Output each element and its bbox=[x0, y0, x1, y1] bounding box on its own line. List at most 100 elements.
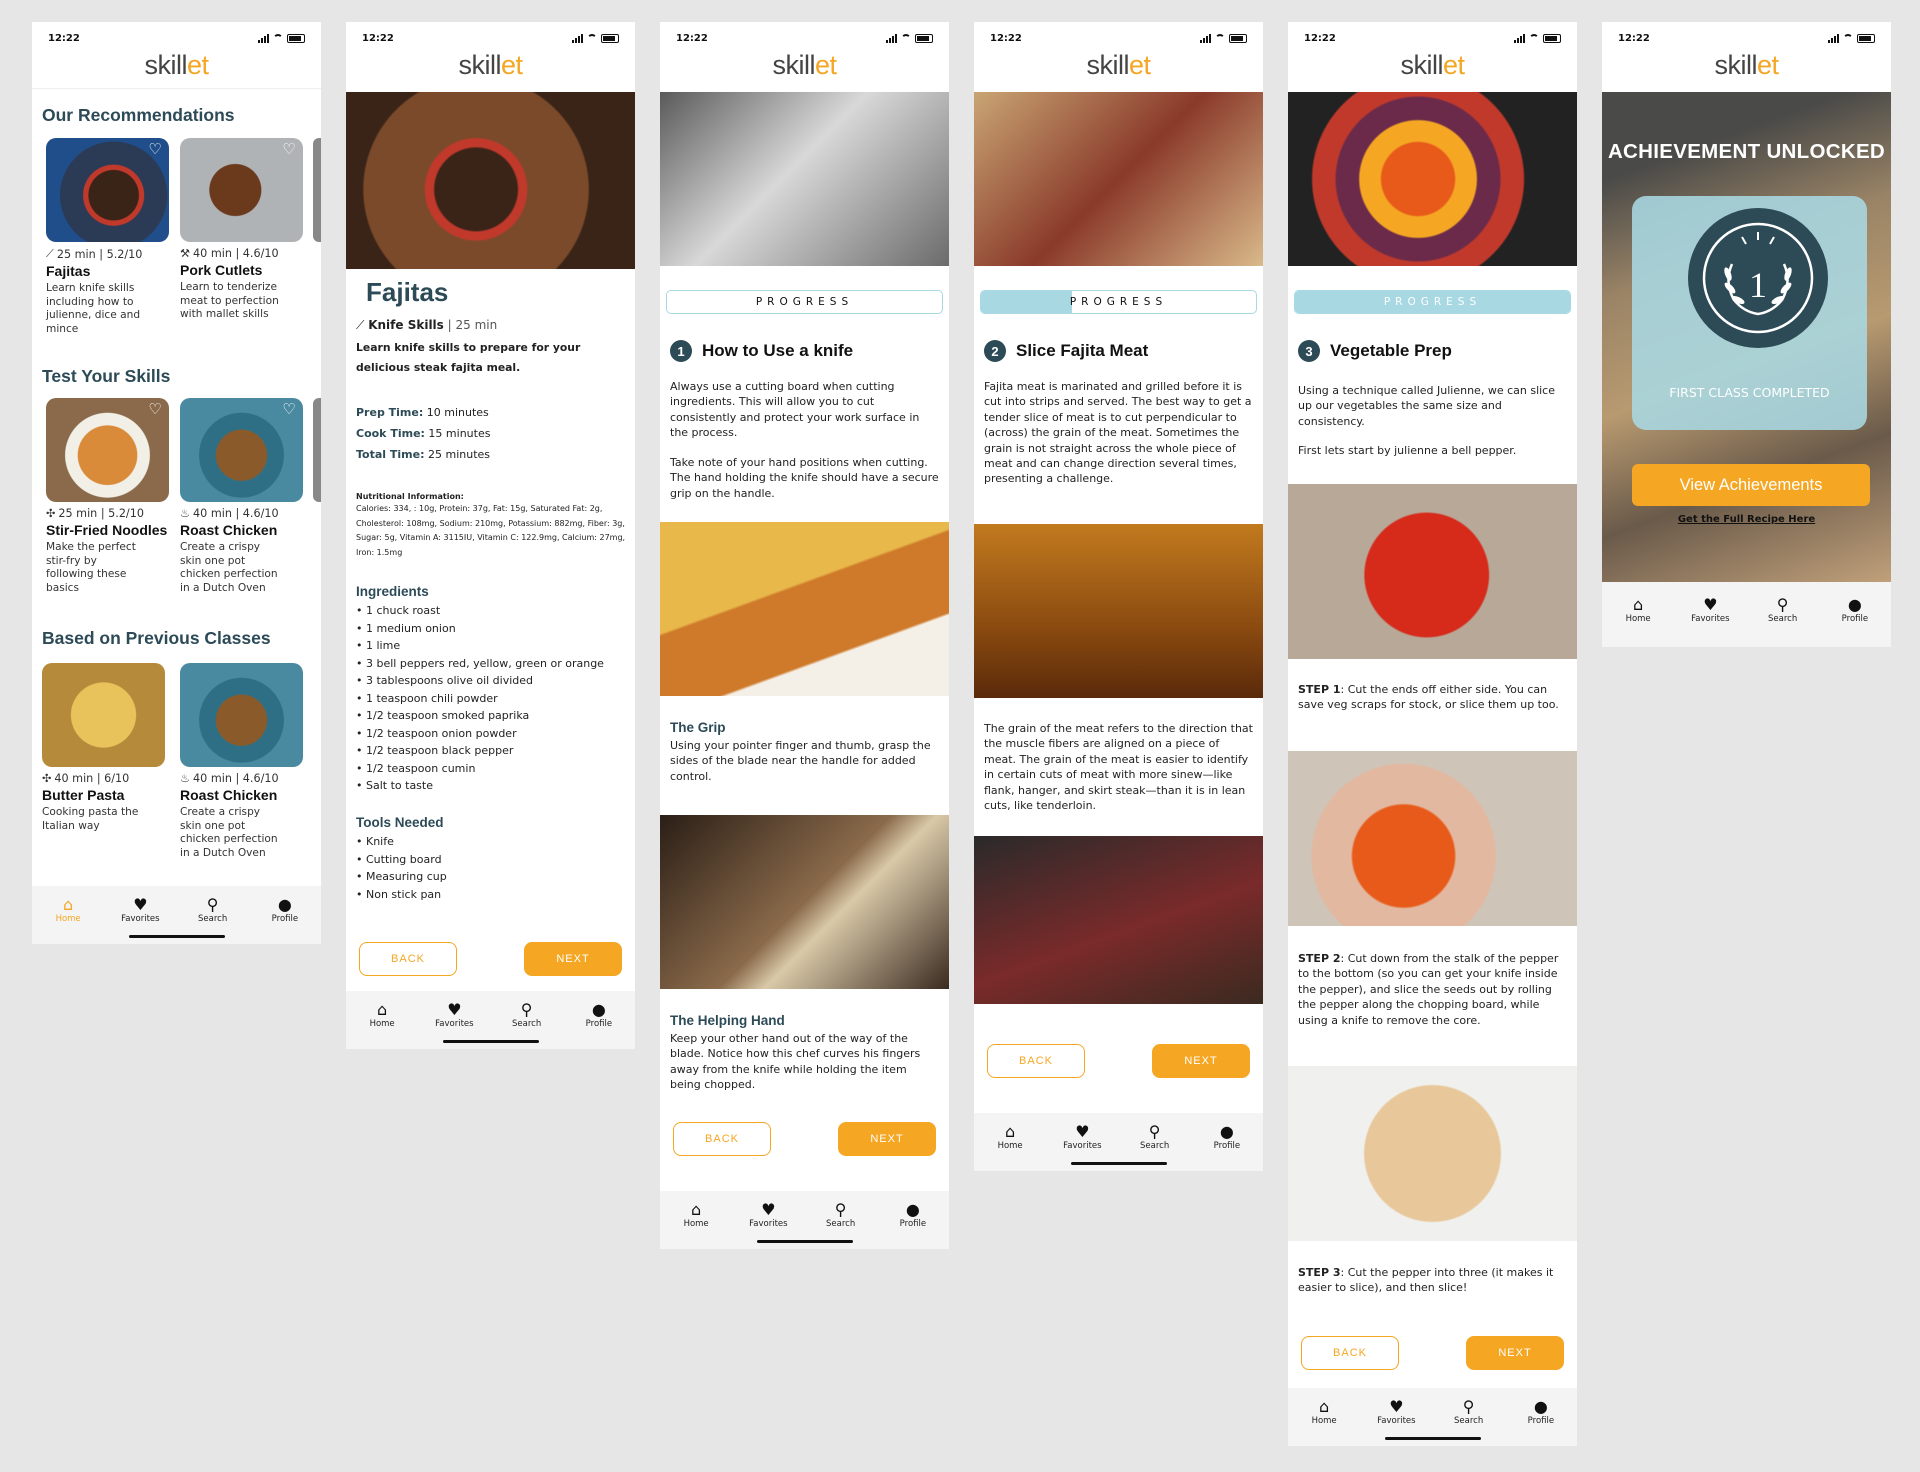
image-knife-grip bbox=[660, 522, 949, 696]
recipe-title: Stir-Fried Noodles bbox=[46, 522, 168, 538]
battery-icon bbox=[915, 33, 933, 43]
recipe-title: Fajitas bbox=[366, 277, 449, 307]
tab-search[interactable]: ⚲ Search bbox=[183, 895, 243, 925]
home-icon: ⌂ bbox=[1319, 1397, 1330, 1416]
back-button[interactable]: BACK bbox=[359, 942, 457, 976]
tab-search[interactable]: ⚲ Search bbox=[811, 1200, 871, 1230]
lesson-paragraph: Always use a cutting board when cutting … bbox=[670, 380, 920, 440]
tab-favorites[interactable]: ♥ Favorites bbox=[1680, 595, 1740, 625]
app-logo[interactable]: skillet bbox=[32, 48, 321, 84]
tab-home[interactable]: ⌂ Home bbox=[980, 1122, 1040, 1152]
tab-home[interactable]: ⌂ Home bbox=[1608, 596, 1668, 625]
screen-lesson-1: 12:22 skillet PROGRESS 1 How to Use a kni… bbox=[660, 22, 949, 1249]
view-achievements-button[interactable]: View Achievements bbox=[1632, 464, 1870, 506]
back-button[interactable]: BACK bbox=[987, 1044, 1085, 1078]
ingredient-item: • 1/2 teaspoon smoked paprika bbox=[356, 709, 530, 722]
next-button[interactable]: NEXT bbox=[838, 1122, 936, 1156]
heart-icon[interactable]: ♡ bbox=[147, 142, 163, 157]
search-icon: ⚲ bbox=[206, 895, 219, 914]
back-button[interactable]: BACK bbox=[673, 1122, 771, 1156]
whisk-icon: ✣ bbox=[46, 507, 56, 520]
recipe-card[interactable]: ♨ 40 min | 4.6/10 Roast Chicken Create a … bbox=[180, 663, 305, 860]
app-logo[interactable]: skillet bbox=[660, 48, 949, 84]
full-recipe-link[interactable]: Get the Full Recipe Here bbox=[1602, 514, 1891, 525]
heart-icon[interactable]: ♡ bbox=[147, 402, 163, 417]
tab-home[interactable]: ⌂ Home bbox=[352, 1001, 412, 1030]
tab-favorites[interactable]: ♥ Favorites bbox=[1366, 1398, 1426, 1427]
profile-icon: ● bbox=[1847, 595, 1862, 614]
tab-home[interactable]: ⌂ Home bbox=[38, 896, 98, 925]
recipe-card[interactable]: ✣ 40 min | 6/10 Butter Pasta Cooking past… bbox=[42, 663, 167, 833]
screen-achievement: 12:22 skillet ACHIEVEMENT UNLOCKED 1 FIR… bbox=[1602, 22, 1891, 647]
back-button[interactable]: BACK bbox=[1301, 1336, 1399, 1370]
recipe-photo bbox=[42, 663, 165, 767]
lesson-paragraph: First lets start by julienne a bell pepp… bbox=[1298, 444, 1517, 457]
image-helping-hand bbox=[660, 815, 949, 989]
app-logo[interactable]: skillet bbox=[1602, 48, 1891, 84]
recipe-card[interactable]: ♡ ✣ 25 min | 5.2/10 Stir-Fried Noodles Ma… bbox=[46, 398, 171, 595]
tab-favorites[interactable]: ♥ Favorites bbox=[110, 895, 170, 925]
image-coring-pepper bbox=[1288, 751, 1577, 926]
home-icon: ⌂ bbox=[691, 1200, 702, 1219]
ingredient-item: • 1 lime bbox=[356, 639, 401, 652]
tool-item: • Measuring cup bbox=[356, 870, 447, 883]
next-button[interactable]: NEXT bbox=[1152, 1044, 1250, 1078]
image-sliced-steak bbox=[974, 836, 1263, 1004]
tab-profile[interactable]: ● Profile bbox=[569, 1000, 629, 1030]
heart-icon: ♥ bbox=[133, 895, 148, 914]
tab-profile[interactable]: ● Profile bbox=[883, 1200, 943, 1230]
recipe-desc: Cooking pasta the Italian way bbox=[42, 806, 139, 832]
prep-time: Prep Time: 10 minutes bbox=[356, 406, 489, 419]
next-button[interactable]: NEXT bbox=[1466, 1336, 1564, 1370]
tab-favorites[interactable]: ♥ Favorites bbox=[738, 1201, 798, 1230]
step-number: 2 bbox=[984, 340, 1006, 362]
profile-icon: ● bbox=[905, 1200, 920, 1219]
step-heading: 3 Vegetable Prep bbox=[1298, 340, 1452, 362]
tab-profile[interactable]: ● Profile bbox=[255, 896, 315, 925]
heart-icon: ♥ bbox=[1703, 595, 1718, 614]
app-logo[interactable]: skillet bbox=[1288, 48, 1577, 84]
battery-icon bbox=[1857, 33, 1875, 43]
app-logo[interactable]: skillet bbox=[974, 48, 1263, 84]
status-bar: 12:22 bbox=[346, 22, 635, 48]
tab-profile[interactable]: ● Profile bbox=[1197, 1123, 1257, 1152]
image-slicing-pepper bbox=[1288, 1066, 1577, 1241]
home-icon: ⌂ bbox=[1005, 1122, 1016, 1141]
ingredient-item: • 1 medium onion bbox=[356, 621, 456, 635]
hero-image-fajitas bbox=[346, 92, 635, 269]
tab-profile[interactable]: ● Profile bbox=[1825, 595, 1885, 625]
tab-search[interactable]: ⚲ Search bbox=[1439, 1398, 1499, 1427]
section-title-previous-classes: Based on Previous Classes bbox=[42, 628, 271, 648]
image-cutting-onion bbox=[660, 92, 949, 266]
tool-item: • Cutting board bbox=[356, 852, 442, 866]
recipe-card[interactable]: ♡ ⟋ 25 min | 5.2/10 Fajitas Learn knife s… bbox=[46, 138, 171, 336]
tab-home[interactable]: ⌂ Home bbox=[666, 1200, 726, 1230]
recipe-card[interactable]: ♡ ⚒ 40 min | 4.6/10 Pork Cutlets Learn to… bbox=[180, 138, 305, 322]
tab-profile[interactable]: ● Profile bbox=[1511, 1398, 1571, 1427]
grip-heading: The Grip bbox=[670, 720, 726, 735]
signal-icon bbox=[572, 33, 583, 43]
recipe-meta: ✣ 25 min | 5.2/10 bbox=[46, 507, 144, 520]
step-3-text: STEP 3: Cut the pepper into three (it ma… bbox=[1298, 1266, 1554, 1295]
tab-bar: ⌂ Home ♥ Favorites ⚲ Search ● Profile bbox=[1602, 582, 1891, 647]
tab-favorites[interactable]: ♥ Favorites bbox=[1052, 1123, 1112, 1152]
heart-icon[interactable]: ♡ bbox=[281, 402, 297, 417]
tab-search[interactable]: ⚲ Search bbox=[1125, 1123, 1185, 1152]
tab-search[interactable]: ⚲ Search bbox=[1753, 596, 1813, 625]
app-logo[interactable]: skillet bbox=[346, 48, 635, 84]
recipe-card[interactable]: ♡ ♨ 40 min | 4.6/10 Roast Chicken Create … bbox=[180, 398, 305, 595]
step-heading: 2 Slice Fajita Meat bbox=[984, 340, 1148, 362]
progress-bar: PROGRESS bbox=[666, 290, 943, 314]
tab-home[interactable]: ⌂ Home bbox=[1294, 1397, 1354, 1427]
heart-icon[interactable]: ♡ bbox=[281, 142, 297, 157]
search-icon: ⚲ bbox=[834, 1200, 847, 1219]
tab-favorites[interactable]: ♥ Favorites bbox=[424, 1001, 484, 1030]
profile-icon: ● bbox=[591, 1000, 606, 1019]
tab-search[interactable]: ⚲ Search bbox=[497, 1001, 557, 1030]
progress-bar: PROGRESS bbox=[1294, 290, 1571, 314]
image-meat-grain bbox=[974, 524, 1263, 698]
section-title-test-skills: Test Your Skills bbox=[42, 366, 171, 386]
recipe-photo: ♡ bbox=[46, 398, 169, 502]
recipe-intro: Learn knife skills to prepare for your d… bbox=[356, 341, 581, 374]
next-button[interactable]: NEXT bbox=[524, 942, 622, 976]
